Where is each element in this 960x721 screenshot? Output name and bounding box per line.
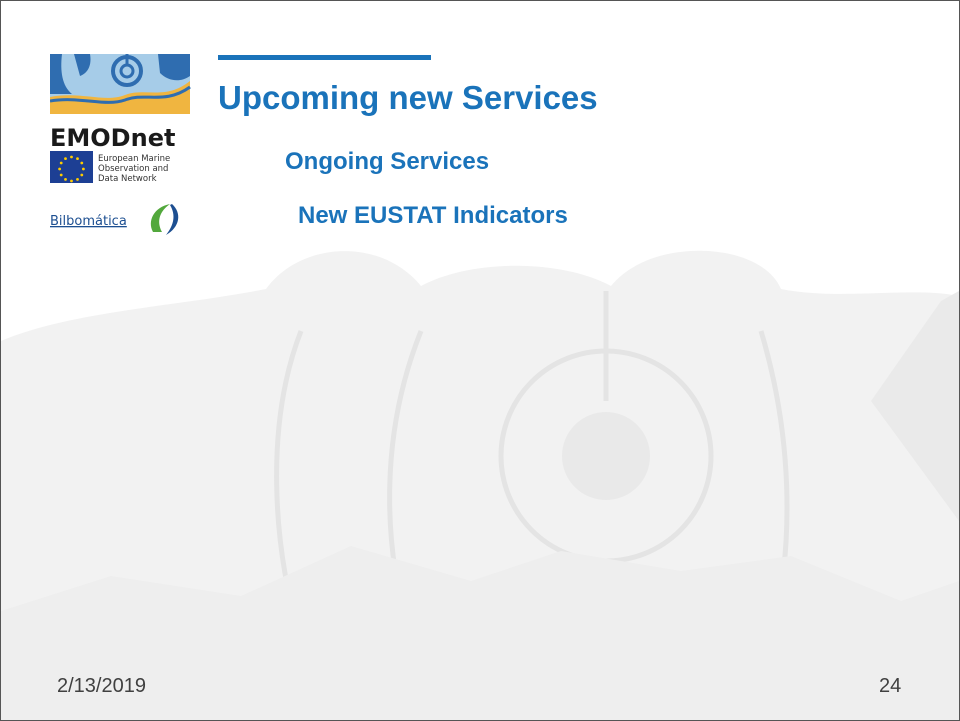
slide: EMODnet European Marine Observation and … <box>0 0 960 721</box>
bullet-new-eustat-indicators: New EUSTAT Indicators <box>298 202 568 229</box>
bilbomatica-swirl-icon <box>150 204 179 235</box>
title-accent-bar <box>218 55 431 60</box>
slide-title: Upcoming new Services <box>218 79 598 116</box>
emodnet-logo-icon: EMODnet European Marine Observation and … <box>49 54 191 235</box>
emodnet-brand-text: EMODnet <box>50 124 175 152</box>
svg-text:Observation and: Observation and <box>98 164 168 174</box>
svg-text:Data Network: Data Network <box>98 174 157 184</box>
page-number: 24 <box>879 675 902 697</box>
bullet-ongoing-services: Ongoing Services <box>285 148 490 175</box>
bilbomatica-text: Bilbomática <box>50 214 127 229</box>
svg-text:European Marine: European Marine <box>98 154 170 164</box>
footer-date: 2/13/2019 <box>57 675 146 697</box>
logo-block: EMODnet European Marine Observation and … <box>49 51 200 241</box>
